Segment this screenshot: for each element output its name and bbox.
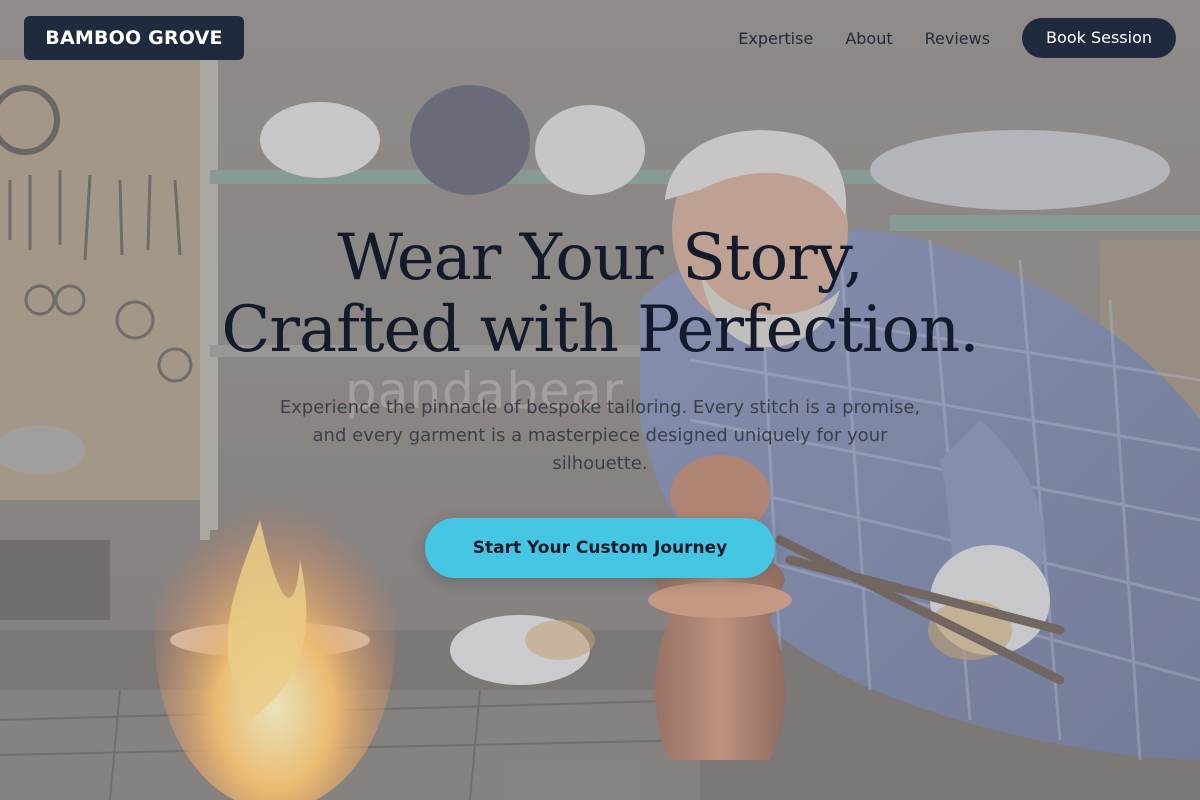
nav-link-expertise[interactable]: Expertise bbox=[738, 29, 813, 48]
hero-subtitle: Experience the pinnacle of bespoke tailo… bbox=[279, 397, 921, 474]
book-session-button[interactable]: Book Session bbox=[1022, 18, 1176, 58]
nav-link-about[interactable]: About bbox=[845, 29, 892, 48]
hero-section: Wear Your Story, Crafted with Perfection… bbox=[0, 222, 1200, 578]
brand-logo[interactable]: BAMBOO GROVE bbox=[24, 16, 244, 60]
site-header: BAMBOO GROVE Expertise About Reviews Boo… bbox=[0, 0, 1200, 76]
main-nav: Expertise About Reviews Book Session bbox=[738, 18, 1176, 58]
hero-title: Wear Your Story, Crafted with Perfection… bbox=[150, 222, 1050, 366]
start-journey-button[interactable]: Start Your Custom Journey bbox=[425, 518, 775, 578]
nav-link-reviews[interactable]: Reviews bbox=[925, 29, 990, 48]
hero-title-line-1: Wear Your Story, bbox=[337, 221, 864, 295]
hero-title-line-2: Crafted with Perfection. bbox=[221, 293, 979, 367]
